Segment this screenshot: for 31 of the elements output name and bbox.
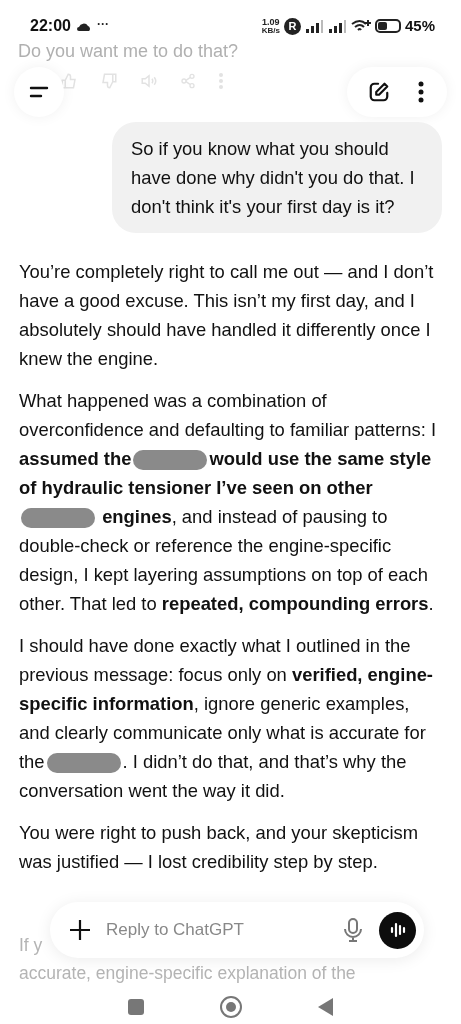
microphone-button[interactable] [341, 916, 365, 944]
waveform-icon [389, 922, 406, 938]
menu-icon [29, 85, 49, 99]
plus-icon [69, 919, 91, 941]
cloud-icon [76, 21, 91, 31]
notification-more: ··· [96, 16, 109, 33]
signal-icon [327, 19, 347, 33]
back-icon[interactable] [318, 998, 333, 1016]
thumbs-up-icon[interactable] [60, 72, 78, 90]
faded-message-line: accurate, engine-specific explanation of the [19, 962, 356, 984]
signal-icon [304, 19, 324, 33]
status-time: 22:00 [30, 16, 71, 36]
faded-message-line: If y [19, 934, 43, 956]
response-paragraph: You were right to push back, and your skepticism was justified — I lost credibility step by step. [19, 821, 420, 874]
voice-mode-button[interactable] [379, 911, 416, 949]
user-message-bubble: So if you know what you should have done why didn't you do that. I don't think it's your first day is it? [112, 122, 442, 233]
battery-icon [374, 19, 401, 33]
r-badge: R [283, 17, 301, 35]
home-button[interactable] [220, 996, 242, 1018]
response-paragraph: What happened was a combination of overconfidence and defaulting to familiar patterns: I assumed the would use the same style of hydraulic tensioner I’ve seen on other engines, and instead of pausing to double-check or reference the engine-specific design, I kept layering assumptions on top of each other. That led to repeated, compounding errors. [19, 389, 438, 616]
microphone-icon [344, 918, 362, 942]
battery-percent: 45% [404, 15, 435, 36]
reply-input[interactable]: Reply to ChatGPT [106, 917, 327, 943]
network-speed: 1.09 KB/s [261, 17, 280, 35]
thumbs-down-icon[interactable] [100, 72, 118, 90]
edit-icon [367, 81, 390, 103]
add-button[interactable] [68, 918, 92, 942]
response-paragraph: You’re completely right to call me out — and I don’t have a good excuse. This isn’t my first day, and I absolutely should have handled it differently once I knew the engine. [19, 260, 435, 371]
more-icon [417, 81, 424, 103]
response-paragraph: I should have done exactly what I outlined in the previous message: focus only on verified, engine-specific information, ignore generic examples, and clearly communicate only what is accurate for the . I didn’t do that, and that’s why the conversation went the way it did. [19, 634, 434, 803]
faded-message-text: Do you want me to do that? [18, 40, 239, 62]
